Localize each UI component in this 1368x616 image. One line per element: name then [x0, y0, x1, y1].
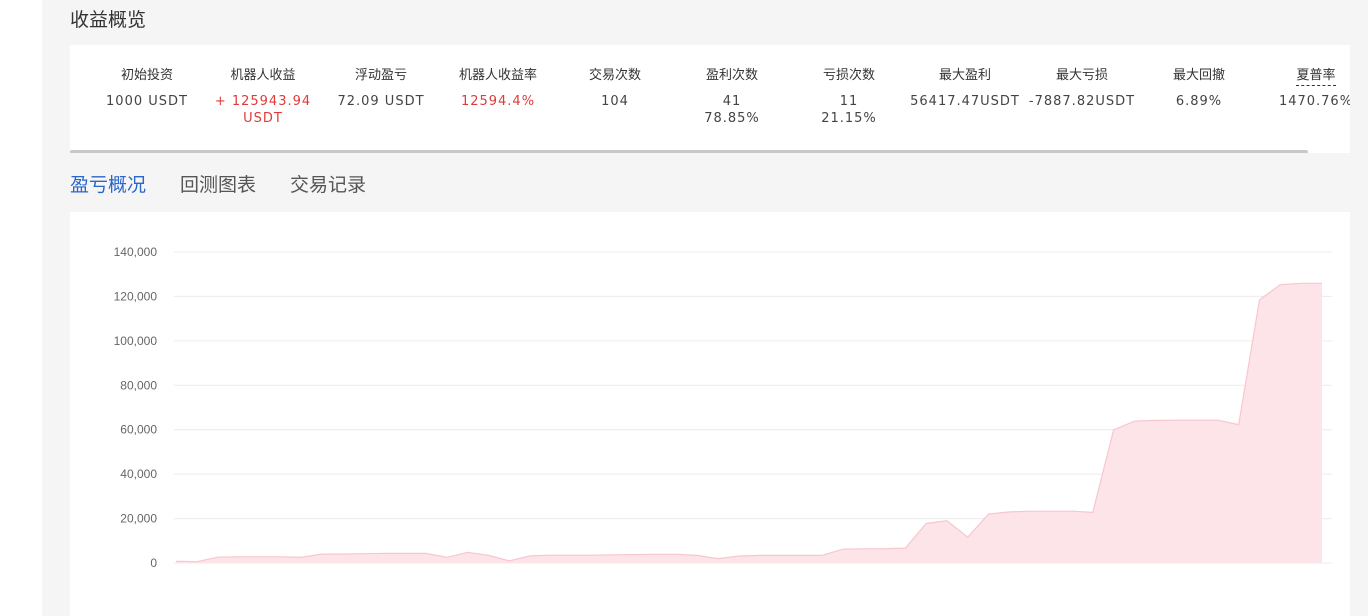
section-title: 收益概览: [70, 9, 147, 31]
y-tick-label: 0: [150, 556, 157, 570]
tab-pnl-overview[interactable]: 盈亏概况: [70, 170, 146, 197]
chart-panel: 0 20,000 40,000 60,000 80,000 100,000 120,000 1…: [70, 212, 1350, 616]
y-tick-label: 20,000: [120, 512, 157, 526]
stat-label: 夏普率: [1246, 67, 1350, 86]
y-tick-label: 80,000: [120, 378, 157, 392]
sharpe-tooltip-trigger[interactable]: 夏普率: [1296, 67, 1336, 86]
stat-sharpe-ratio[interactable]: 夏普率 1470.76%: [1246, 67, 1350, 110]
tab-trade-records[interactable]: 交易记录: [290, 170, 366, 197]
pnl-area: [176, 283, 1322, 563]
stat-value-line2: 21.15%: [821, 111, 877, 126]
y-tick-label: 40,000: [120, 467, 157, 481]
stat-value-line2: USDT: [243, 111, 283, 126]
stats-row: 初始投资 1000 USDT 机器人收益 + 125943.94 USDT 浮动…: [70, 45, 1350, 145]
left-gutter: [0, 0, 42, 616]
stats-card: 初始投资 1000 USDT 机器人收益 + 125943.94 USDT 浮动…: [70, 45, 1350, 153]
y-tick-label: 100,000: [114, 334, 158, 348]
y-tick-label: 120,000: [114, 289, 158, 303]
stat-value: 1470.76%: [1246, 93, 1350, 110]
y-tick-label: 140,000: [114, 245, 158, 259]
tab-backtest-chart[interactable]: 回测图表: [180, 170, 256, 197]
stat-value-line1: 1470.76%: [1278, 94, 1350, 109]
y-tick-label: 60,000: [120, 423, 157, 437]
pnl-area-chart: 0 20,000 40,000 60,000 80,000 100,000 120,000 1…: [114, 245, 1332, 570]
horizontal-scrollbar[interactable]: [70, 150, 1308, 153]
